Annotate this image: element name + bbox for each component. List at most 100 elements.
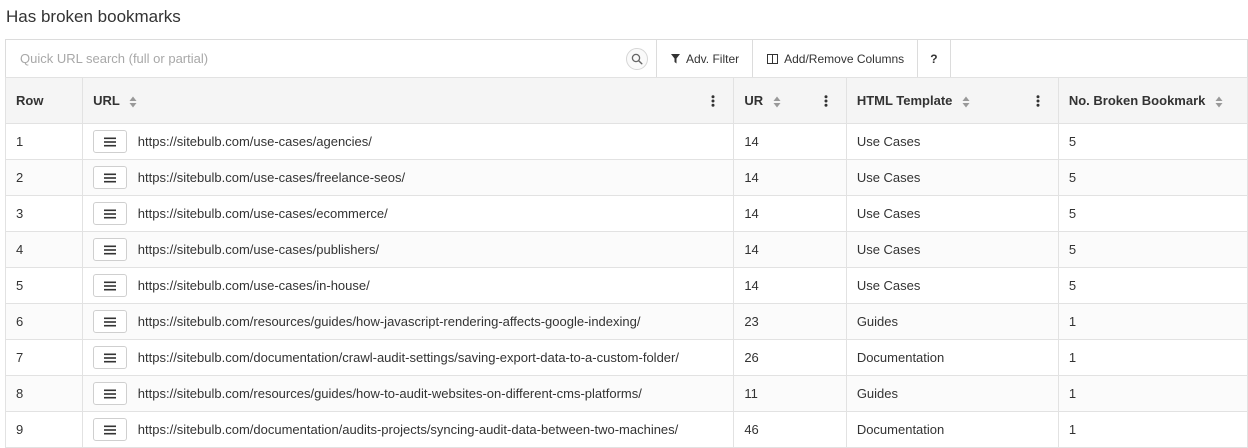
url-link[interactable]: https://sitebulb.com/use-cases/agencies/ (138, 134, 372, 149)
row-menu-button[interactable] (93, 274, 128, 297)
ur-cell: 11 (733, 375, 847, 412)
table-header-row: Row URL UR HTML Template No. Broken Book… (4, 77, 1248, 124)
template-cell: Use Cases (845, 123, 1059, 160)
filter-icon (671, 53, 680, 63)
row-menu-button[interactable] (93, 382, 128, 405)
column-header-ur[interactable]: UR (733, 77, 847, 124)
ur-value: 14 (744, 278, 759, 293)
add-remove-columns-label: Add/Remove Columns (784, 51, 905, 66)
url-cell: https://sitebulb.com/use-cases/agencies/ (82, 123, 735, 160)
row-menu-button[interactable] (93, 418, 128, 441)
template-cell: Use Cases (845, 267, 1059, 304)
url-link[interactable]: https://sitebulb.com/documentation/crawl… (138, 350, 679, 365)
adv-filter-label: Adv. Filter (686, 51, 740, 66)
row-menu-button[interactable] (93, 238, 128, 261)
template-value: Use Cases (856, 242, 921, 257)
url-link[interactable]: https://sitebulb.com/use-cases/freelance… (138, 170, 405, 185)
broken-bookmark-value: 5 (1068, 170, 1077, 185)
hamburger-icon (104, 281, 117, 290)
template-cell: Use Cases (845, 159, 1059, 196)
broken-bookmark-cell: 5 (1057, 195, 1248, 232)
ur-value: 14 (744, 170, 759, 185)
help-button[interactable]: ? (918, 40, 951, 77)
ur-cell: 46 (733, 411, 847, 448)
column-header-broken-bookmark[interactable]: No. Broken Bookmark (1057, 77, 1248, 124)
search-input[interactable] (6, 40, 616, 76)
table-row: 9 https://sitebulb.com/documentation/aud… (4, 411, 1248, 448)
url-link[interactable]: https://sitebulb.com/resources/guides/ho… (138, 314, 641, 329)
hamburger-icon (104, 209, 117, 218)
template-cell: Documentation (845, 339, 1059, 376)
column-header-label: URL (93, 93, 120, 108)
table-row: 4 https://sitebulb.com/use-cases/publish… (4, 231, 1248, 268)
template-value: Documentation (856, 422, 945, 437)
template-value: Guides (856, 386, 899, 401)
column-header-html-template[interactable]: HTML Template (845, 77, 1059, 124)
column-header-url[interactable]: URL (82, 77, 735, 124)
row-number-cell: 1 (4, 123, 84, 160)
table-row: 1 https://sitebulb.com/use-cases/agencie… (4, 123, 1248, 160)
row-menu-button[interactable] (93, 202, 128, 225)
broken-bookmark-value: 5 (1068, 206, 1077, 221)
row-number-cell: 6 (4, 303, 84, 340)
row-menu-button[interactable] (93, 166, 128, 189)
column-header-row[interactable]: Row (4, 77, 84, 124)
hamburger-icon (104, 173, 117, 182)
table-body: 1 https://sitebulb.com/use-cases/agencie… (4, 123, 1248, 448)
adv-filter-button[interactable]: Adv. Filter (657, 40, 754, 77)
table-row: 5 https://sitebulb.com/use-cases/in-hous… (4, 267, 1248, 304)
sort-icon[interactable] (129, 96, 137, 108)
row-number: 8 (16, 386, 24, 401)
ur-cell: 14 (733, 267, 847, 304)
row-number: 9 (16, 422, 24, 437)
url-cell: https://sitebulb.com/documentation/audit… (82, 411, 735, 448)
broken-bookmark-cell: 1 (1057, 339, 1248, 376)
url-link[interactable]: https://sitebulb.com/use-cases/in-house/ (138, 278, 370, 293)
row-number: 1 (16, 134, 24, 149)
url-link[interactable]: https://sitebulb.com/documentation/audit… (138, 422, 679, 437)
column-header-label: Row (16, 93, 44, 108)
url-link[interactable]: https://sitebulb.com/resources/guides/ho… (138, 386, 642, 401)
row-menu-button[interactable] (93, 130, 128, 153)
table-row: 7 https://sitebulb.com/documentation/cra… (4, 339, 1248, 376)
url-link[interactable]: https://sitebulb.com/use-cases/ecommerce… (138, 206, 388, 221)
column-menu-icon[interactable] (1036, 95, 1040, 107)
ur-cell: 14 (733, 159, 847, 196)
row-number: 2 (16, 170, 24, 185)
table-row: 2 https://sitebulb.com/use-cases/freelan… (4, 159, 1248, 196)
row-number: 4 (16, 242, 24, 257)
search-button[interactable] (626, 48, 648, 70)
table-row: 3 https://sitebulb.com/use-cases/ecommer… (4, 195, 1248, 232)
table-row: 6 https://sitebulb.com/resources/guides/… (4, 303, 1248, 340)
template-cell: Guides (845, 375, 1059, 412)
sort-icon[interactable] (962, 96, 970, 108)
column-header-label: HTML Template (856, 93, 953, 108)
broken-bookmark-value: 1 (1068, 386, 1077, 401)
template-value: Use Cases (856, 278, 921, 293)
row-menu-button[interactable] (93, 346, 128, 369)
url-cell: https://sitebulb.com/documentation/crawl… (82, 339, 735, 376)
hamburger-icon (104, 425, 117, 434)
sort-icon[interactable] (1215, 96, 1223, 108)
broken-bookmark-cell: 1 (1057, 303, 1248, 340)
row-number: 3 (16, 206, 24, 221)
add-remove-columns-button[interactable]: Add/Remove Columns (753, 40, 919, 77)
url-cell: https://sitebulb.com/resources/guides/ho… (82, 303, 735, 340)
ur-cell: 14 (733, 123, 847, 160)
column-header-label: No. Broken Bookmark (1068, 93, 1206, 108)
columns-icon (767, 53, 779, 64)
column-menu-icon[interactable] (711, 95, 715, 107)
broken-bookmark-value: 5 (1068, 134, 1077, 149)
broken-bookmark-value: 1 (1068, 314, 1077, 329)
template-value: Use Cases (856, 206, 921, 221)
ur-value: 14 (744, 134, 759, 149)
template-value: Documentation (856, 350, 945, 365)
sort-icon[interactable] (773, 96, 781, 108)
template-cell: Documentation (845, 411, 1059, 448)
row-menu-button[interactable] (93, 310, 128, 333)
ur-value: 46 (744, 422, 759, 437)
row-number-cell: 8 (4, 375, 84, 412)
column-menu-icon[interactable] (824, 95, 828, 107)
broken-bookmark-value: 1 (1068, 350, 1077, 365)
url-link[interactable]: https://sitebulb.com/use-cases/publisher… (138, 242, 379, 257)
